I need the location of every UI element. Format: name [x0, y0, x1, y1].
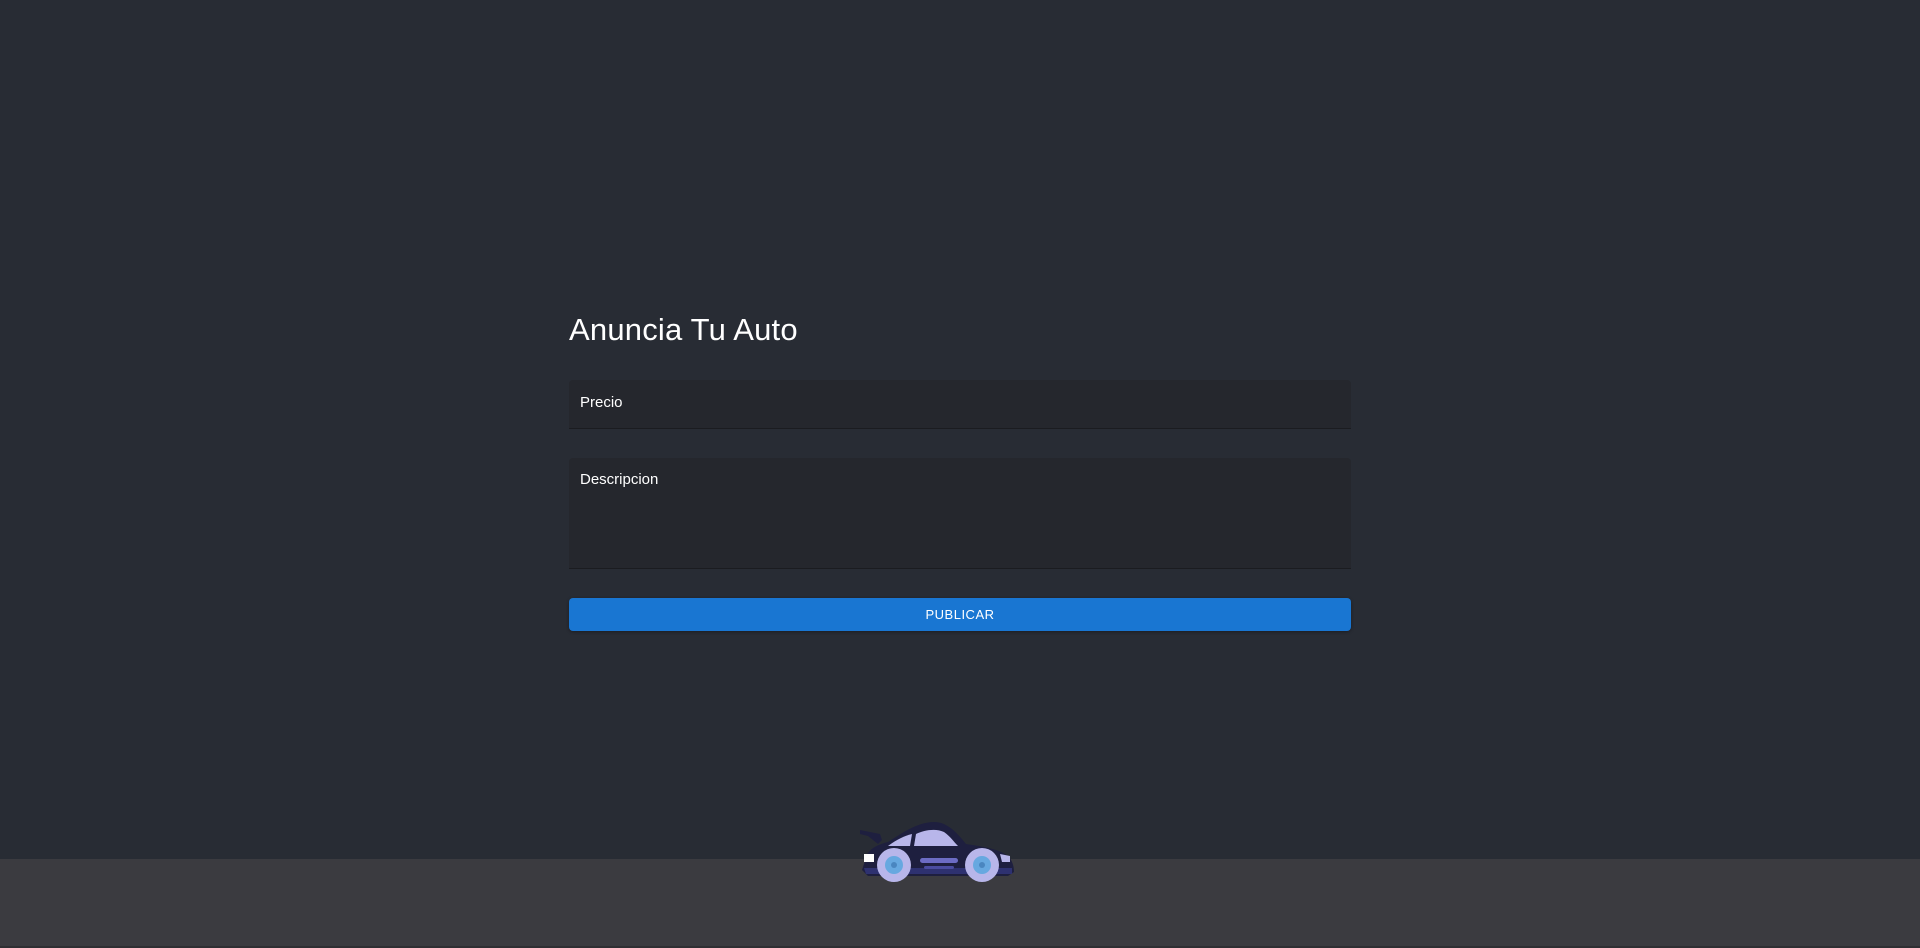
price-field[interactable]: Precio [569, 380, 1351, 429]
description-textarea[interactable] [569, 458, 1351, 568]
page-title: Anuncia Tu Auto [569, 312, 798, 347]
description-field[interactable]: Descripcion [569, 458, 1351, 569]
price-input[interactable] [569, 380, 1351, 428]
publish-button[interactable]: PUBLICAR [569, 598, 1351, 631]
publish-car-form: Anuncia Tu Auto Precio Descripcion PUBLI… [569, 305, 1351, 631]
page: Anuncia Tu Auto Precio Descripcion PUBLI… [0, 0, 1920, 948]
race-car-icon [860, 822, 1014, 882]
